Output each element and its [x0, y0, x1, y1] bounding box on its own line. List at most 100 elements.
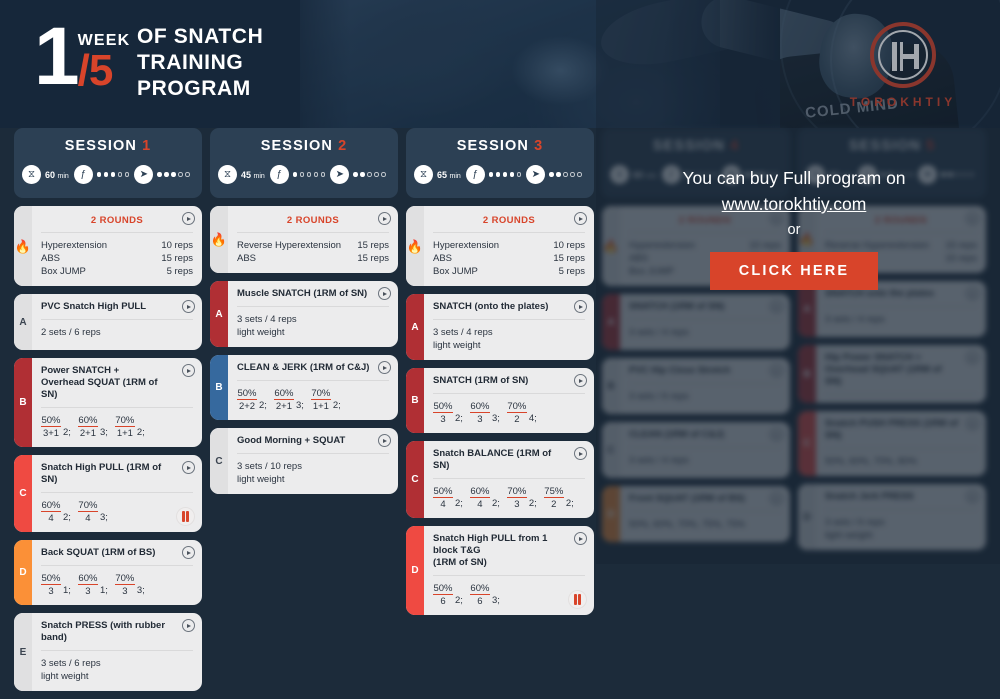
warmup-card[interactable]: 🔥2 ROUNDSReverse Hyperextension15 repsAB…	[210, 206, 398, 273]
set-item: 70% 1+1 2;	[310, 388, 341, 412]
play-icon[interactable]	[182, 619, 195, 632]
play-icon[interactable]	[574, 374, 587, 387]
purchase-cta: You can buy Full program on www.torokhti…	[602, 165, 986, 290]
set-count: 2;	[455, 498, 463, 509]
duration-stat: ⧖ 45 min	[218, 165, 265, 184]
set-fraction: 60% 4	[469, 486, 490, 510]
dot	[164, 172, 169, 177]
exercise-prescription-line: light weight	[237, 327, 285, 338]
exercise-card[interactable]: B Power SNATCH + Overhead SQUAT (1RM of SN…	[14, 358, 202, 447]
set-reps: 2	[506, 412, 527, 425]
exercise-title: SNATCH (onto the plates)	[433, 301, 585, 320]
set-percent: 60%	[470, 583, 490, 594]
set-reps: 3	[433, 412, 453, 425]
dot	[556, 172, 561, 177]
exercise-card[interactable]: B CLEAN & JERK (1RM of C&J) 50% 2+2 2; 60% 2+1…	[210, 355, 398, 420]
exercise-card[interactable]: C Snatch BALANCE (1RM of SN) 50% 4 2; 60% 4 2; 7…	[406, 441, 594, 518]
warmup-exercise-name: ABS	[41, 253, 61, 264]
set-item: 50% 3 2;	[433, 401, 463, 425]
exercise-card[interactable]: C Good Morning + SQUAT 3 sets / 10 reps lig…	[210, 428, 398, 494]
exercise-card[interactable]: C Snatch High PULL (1RM of SN) 60% 4 2; 70% 4 3…	[14, 455, 202, 532]
week-badge: 1 WEEK /5	[34, 16, 130, 98]
warmup-rows: Hyperextension 10 reps ABS 15 reps Box JUMP 5…	[433, 233, 585, 278]
play-icon[interactable]	[182, 300, 195, 313]
play-icon[interactable]	[574, 212, 587, 225]
strength-stat: ƒ	[465, 165, 522, 184]
play-icon[interactable]	[378, 434, 391, 447]
strap-bar	[186, 511, 190, 522]
play-icon[interactable]	[378, 287, 391, 300]
set-percent: 50%	[237, 388, 257, 399]
set-fraction: 70% 4	[77, 500, 98, 524]
play-triangle	[187, 465, 192, 470]
exercise-prescription-line: 2 sets / 6 reps	[41, 327, 101, 338]
dot	[488, 172, 494, 177]
exercise-card[interactable]: B SNATCH (1RM of SN) 50% 3 2; 60% 3 3; 70% 2 4;	[406, 368, 594, 433]
exercise-letter-B: B	[406, 368, 424, 433]
set-percent: 60%	[470, 486, 490, 497]
set-percent: 70%	[507, 486, 527, 497]
session-header-1: SESSION 1 ⧖ 60 min ƒ ➤	[14, 128, 202, 198]
exercise-title: Snatch PRESS (with rubber band)	[41, 620, 193, 651]
strap-bar	[578, 594, 582, 605]
exercise-title: Muscle SNATCH (1RM of SN)	[237, 288, 389, 307]
rocket-icon: ➤	[134, 165, 154, 184]
flame-icon: 🔥	[406, 238, 424, 254]
exercise-sets: 50% 6 2; 60% 6 3;	[433, 576, 585, 607]
exercise-card[interactable]: A Muscle SNATCH (1RM of SN) 3 sets / 4 rep…	[210, 281, 398, 347]
set-reps: 4	[433, 497, 453, 510]
exercise-prescription: 2 sets / 6 reps	[41, 320, 193, 339]
straps-icon	[568, 590, 587, 609]
set-percent: 50%	[433, 486, 453, 497]
play-triangle	[579, 536, 584, 541]
set-fraction: 50% 6	[433, 583, 453, 607]
set-fraction: 60% 2+1	[77, 415, 98, 439]
set-item: 50% 6 2;	[433, 583, 463, 607]
warmup-exercise-name: Hyperextension	[41, 240, 108, 251]
click-here-button[interactable]: CLICK HERE	[710, 252, 878, 290]
session-number: 1	[142, 138, 152, 154]
exercise-card[interactable]: D Back SQUAT (1RM of BS) 50% 3 1; 60% 3 1; 70% 3 3…	[14, 540, 202, 605]
exercise-letter-C: C	[210, 428, 228, 494]
warmup-card[interactable]: 🔥 2 ROUNDS Hyperextension 10 reps ABS 15 reps…	[14, 206, 202, 286]
duration-stat: ⧖ 60 min	[22, 165, 69, 184]
warmup-exercise-name: Box JUMP	[433, 266, 478, 277]
session-stats: ⧖ 45 min ƒ ➤	[210, 165, 398, 184]
warmup-card[interactable]: 🔥 2 ROUNDS Hyperextension 10 reps ABS 15 reps…	[406, 206, 594, 286]
page-title-line-3: PROGRAM	[137, 77, 251, 100]
hourglass-icon: ⧖	[218, 165, 237, 184]
play-triangle	[383, 365, 388, 370]
exercise-title: PVC Snatch High PULL	[41, 301, 193, 320]
dot	[570, 172, 575, 177]
warmup-rounds-label: 2 ROUNDS	[41, 213, 193, 233]
exercise-card[interactable]: A SNATCH (onto the plates) 3 sets / 4 reps…	[406, 294, 594, 360]
exercise-sets: 50% 3 2; 60% 3 3; 70% 2 4;	[433, 394, 585, 425]
exercise-title-line: SNATCH (onto the plates)	[433, 301, 549, 312]
play-icon[interactable]	[182, 461, 195, 474]
set-count: 2;	[63, 427, 71, 438]
play-icon[interactable]	[574, 300, 587, 313]
exercise-card[interactable]: E Snatch PRESS (with rubber band) 3 sets /…	[14, 613, 202, 691]
set-fraction: 60% 6	[469, 583, 490, 607]
play-icon[interactable]	[182, 212, 195, 225]
session-title: SESSION 2	[260, 138, 348, 154]
play-icon[interactable]	[182, 364, 195, 377]
play-icon[interactable]	[378, 361, 391, 374]
warmup-row: ABS 15 reps	[433, 252, 585, 265]
session-column-3: SESSION 3 ⧖ 65 min ƒ ➤ 🔥 2 ROUNDS Hyperextensio…	[406, 128, 594, 623]
warmup-side: 🔥	[406, 206, 424, 286]
exercise-card[interactable]: A PVC Snatch High PULL 2 sets / 6 reps	[14, 294, 202, 350]
play-icon[interactable]	[574, 532, 587, 545]
play-icon[interactable]	[182, 546, 195, 559]
dot	[509, 172, 515, 177]
warmup-row: ABS 15 reps	[41, 252, 193, 265]
exercise-card[interactable]: D Snatch High PULL from 1 block T&G (1RM o…	[406, 526, 594, 615]
cta-url-link[interactable]: www.torokhtiy.com	[602, 191, 986, 217]
cta-or-label: or	[787, 222, 801, 238]
warmup-exercise-reps: 5 reps	[166, 266, 193, 277]
play-triangle	[579, 451, 584, 456]
play-icon[interactable]	[574, 447, 587, 460]
intensity-dots	[549, 172, 582, 177]
play-icon[interactable]	[378, 212, 391, 225]
set-reps: 3	[506, 497, 527, 510]
